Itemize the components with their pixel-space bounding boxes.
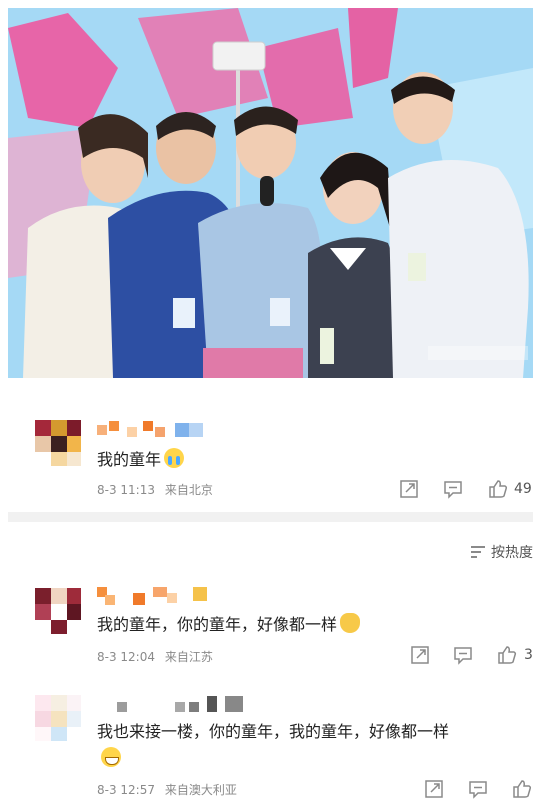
share-icon[interactable]	[409, 644, 431, 666]
comment-meta: 8-3 11:13 来自北京	[97, 481, 219, 498]
grinning-face-icon	[101, 747, 121, 767]
share-icon[interactable]	[398, 478, 420, 500]
username-mosaic[interactable]	[97, 421, 207, 439]
comment-text: 我的童年	[97, 446, 185, 470]
sort-label: 按热度	[491, 545, 533, 561]
comment-location: 来自北京	[164, 483, 213, 497]
comment-text: 我的童年，你的童年，好像都一样	[97, 611, 361, 635]
like-icon[interactable]	[511, 778, 533, 800]
avatar[interactable]	[35, 588, 81, 634]
comment-item: 我的童年，你的童年，好像都一样 8-3 12:04 来自江苏 3	[0, 585, 541, 680]
comment-date: 8-3 12:04	[97, 650, 155, 664]
like-icon[interactable]	[487, 478, 509, 500]
comment-location: 来自江苏	[164, 650, 213, 664]
avatar[interactable]	[35, 420, 81, 466]
share-icon[interactable]	[423, 778, 445, 800]
username-mosaic[interactable]	[97, 587, 212, 605]
comment-item: 我的童年 8-3 11:13 来自北京 49	[0, 415, 541, 510]
reply-icon[interactable]	[452, 644, 474, 666]
comment-location: 来自澳大利亚	[164, 783, 237, 797]
cat-face-icon	[340, 613, 361, 633]
comment-date: 8-3 11:13	[97, 483, 155, 497]
like-count: 3	[524, 647, 533, 663]
username-mosaic[interactable]	[117, 696, 247, 714]
reply-icon[interactable]	[467, 778, 489, 800]
comment-meta: 8-3 12:04 来自江苏	[97, 648, 219, 665]
sort-icon	[471, 545, 487, 559]
post-image[interactable]	[8, 8, 533, 378]
section-divider	[8, 512, 533, 522]
like-icon[interactable]	[496, 644, 518, 666]
comment-item: 我也来接一楼，你的童年，我的童年，好像都一样 8-3 12:57 来自澳大利亚	[0, 690, 541, 805]
crying-face-icon	[164, 448, 185, 468]
reply-icon[interactable]	[442, 478, 464, 500]
avatar[interactable]	[35, 695, 81, 741]
comment-date: 8-3 12:57	[97, 783, 155, 797]
like-count: 49	[514, 481, 532, 497]
comment-meta: 8-3 12:57 来自澳大利亚	[97, 781, 243, 798]
comment-text: 我也来接一楼，你的童年，我的童年，好像都一样	[97, 722, 450, 741]
sort-toggle[interactable]: 按热度	[471, 542, 533, 562]
